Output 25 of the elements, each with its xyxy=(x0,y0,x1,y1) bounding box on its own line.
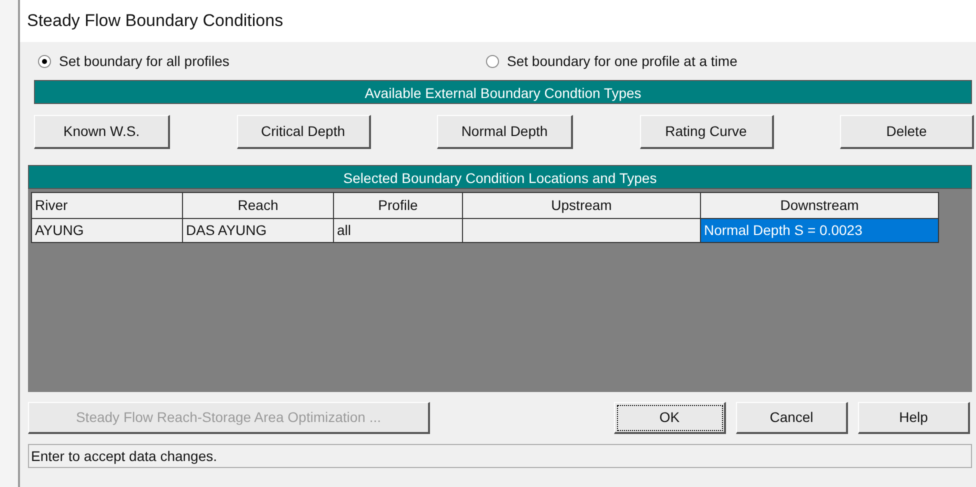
section-header: Selected Boundary Condition Locations and Types xyxy=(28,165,972,189)
dialog-button[interactable]: OK xyxy=(614,402,726,434)
column-header: Profile xyxy=(334,192,462,218)
dialog-button[interactable]: Cancel xyxy=(736,402,848,434)
radio-button[interactable] xyxy=(486,54,499,68)
column-header: River xyxy=(32,192,182,218)
type-button[interactable]: Normal Depth xyxy=(437,115,573,149)
table-cell: Normal Depth S = 0.0023 xyxy=(700,218,938,242)
radio-button[interactable] xyxy=(38,54,51,68)
table-cell: AYUNG xyxy=(32,218,182,242)
status-bar: Enter to accept data changes. xyxy=(28,444,972,468)
table-cell: DAS AYUNG xyxy=(182,218,334,242)
type-button[interactable]: Critical Depth xyxy=(236,115,370,149)
column-header: Downstream xyxy=(700,192,938,218)
column-header: Reach xyxy=(182,192,334,218)
type-button[interactable]: Known W.S. xyxy=(34,115,170,149)
window-title: Steady Flow Boundary Conditions xyxy=(27,10,284,32)
column-header: Upstream xyxy=(462,192,700,218)
table-cell: all xyxy=(334,218,462,242)
radio-label[interactable]: Set boundary for one profile at a time xyxy=(507,50,738,72)
type-button[interactable]: Delete xyxy=(840,115,974,149)
section-header: Available External Boundary Condtion Types xyxy=(34,80,972,104)
dialog-button[interactable]: Help xyxy=(858,402,970,434)
type-button[interactable]: Rating Curve xyxy=(640,115,774,149)
radio-label[interactable]: Set boundary for all profiles xyxy=(59,50,230,72)
